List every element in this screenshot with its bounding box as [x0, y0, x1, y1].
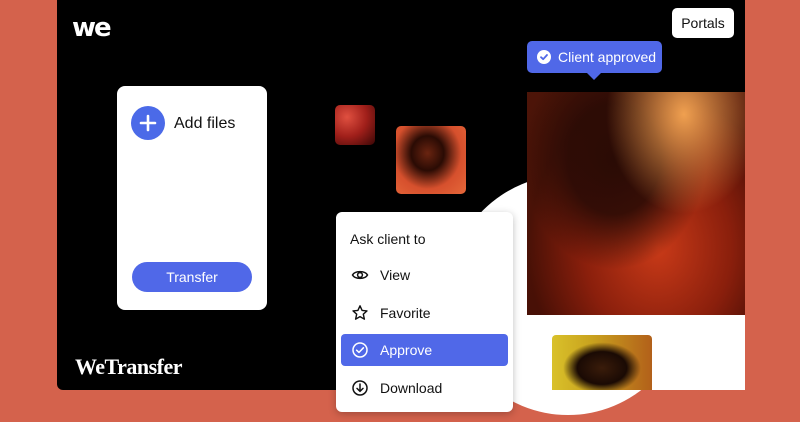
menu-item-label: View [380, 267, 411, 283]
photo-panel [527, 92, 745, 390]
plus-icon [139, 114, 157, 132]
menu-item-label: Download [380, 380, 443, 396]
photo-thumbnail-portrait[interactable] [396, 126, 466, 194]
menu-item-label: Favorite [380, 305, 431, 321]
menu-item-view[interactable]: View [341, 259, 508, 291]
portals-button[interactable]: Portals [672, 8, 734, 38]
photo-thumbnail-small[interactable] [335, 105, 375, 145]
client-approved-label: Client approved [558, 49, 657, 65]
eye-icon [351, 266, 369, 284]
add-files-button[interactable] [131, 106, 165, 140]
menu-item-download[interactable]: Download [341, 372, 508, 404]
client-approved-badge: Client approved [527, 41, 662, 80]
upload-card: Add files Transfer [117, 86, 267, 310]
wetransfer-logo[interactable]: we [72, 15, 112, 41]
check-circle-icon [537, 50, 551, 64]
secondary-photo[interactable] [552, 335, 652, 390]
ask-client-menu: Ask client to View Favorite Approve Down… [336, 212, 513, 412]
menu-heading: Ask client to [350, 231, 426, 247]
star-icon [351, 304, 369, 322]
transfer-button[interactable]: Transfer [132, 262, 252, 292]
add-files-label: Add files [174, 115, 236, 132]
check-circle-icon [351, 341, 369, 359]
download-icon [351, 379, 369, 397]
hero-photo[interactable] [527, 92, 745, 315]
menu-item-approve[interactable]: Approve [341, 334, 508, 366]
menu-item-label: Approve [380, 342, 433, 358]
wetransfer-wordmark: WeTransfer [75, 354, 183, 379]
menu-item-favorite[interactable]: Favorite [341, 297, 508, 329]
